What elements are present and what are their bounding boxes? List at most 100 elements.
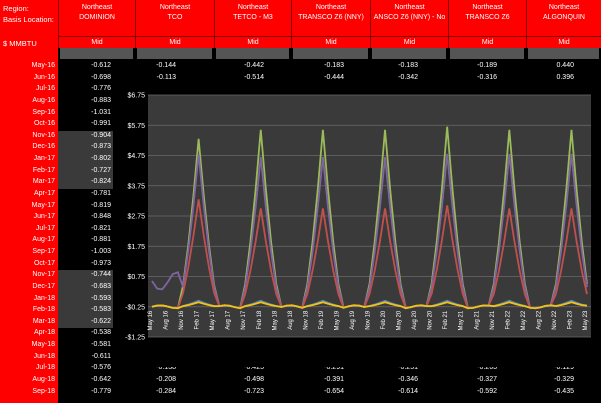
- dominion-value: -0.802: [91, 155, 111, 163]
- basis-value: -0.346: [398, 376, 418, 383]
- x-tick-label: Aug 22: [536, 310, 542, 330]
- chart-panel[interactable]: $6.75 $5.75 $4.75 $3.75 $2.75 $1.75 $0.75 -$0.2…: [113, 87, 600, 367]
- column-measure: Mid: [58, 36, 135, 48]
- x-tick-label: May 17: [210, 310, 216, 330]
- gray-band: [372, 48, 446, 59]
- column-location: TCO: [167, 14, 183, 21]
- date-cell: Feb-18: [32, 306, 55, 314]
- x-tick-label: May 21: [459, 310, 465, 330]
- column-location: ALGONQUIN: [542, 14, 585, 21]
- x-tick-label: Nov 19: [366, 310, 372, 330]
- x-tick-label: Nov 17: [241, 310, 247, 330]
- region-label: Region:: [3, 4, 29, 13]
- column-measure: Mid: [370, 36, 448, 48]
- column-header[interactable]: Northeast TETCO - M3: [214, 0, 291, 36]
- basis-value: -0.284: [156, 387, 176, 395]
- basis-value: 0.396: [556, 73, 574, 81]
- x-tick-label: Nov 16: [179, 310, 185, 330]
- x-tick-label: May 16: [148, 310, 154, 330]
- x-tick-label: Aug 16: [164, 310, 170, 330]
- basis-value: -0.514: [244, 73, 264, 81]
- date-cell: Jun-16: [33, 73, 55, 81]
- dominion-value: -0.683: [91, 282, 111, 290]
- column-header[interactable]: Northeast ANSCO Z6 (NNY) - No: [370, 0, 448, 36]
- dominion-value: -0.779: [91, 387, 111, 395]
- gray-band: [60, 48, 133, 59]
- column-header[interactable]: Northeast TCO: [135, 0, 214, 36]
- y-tick-label: $3.75: [127, 183, 145, 190]
- x-tick-label: Nov 22: [552, 310, 558, 330]
- dominion-value: -0.819: [91, 201, 111, 209]
- column-region: Northeast: [159, 4, 191, 11]
- column-header[interactable]: Northeast ALGONQUIN: [526, 0, 601, 36]
- dominion-value: -0.727: [91, 166, 111, 174]
- line-chart: $6.75 $5.75 $4.75 $3.75 $2.75 $1.75 $0.75 -$0.2…: [125, 93, 591, 342]
- dominion-value: -1.003: [91, 248, 111, 256]
- x-tick-label: Aug 17: [226, 310, 232, 330]
- basis-location-label: Basis Location:: [3, 15, 54, 24]
- x-tick-label: Nov 18: [303, 310, 309, 330]
- gray-band: [216, 48, 289, 59]
- date-cell: Aug-17: [32, 236, 55, 244]
- dominion-value: -0.583: [91, 306, 111, 314]
- gray-band: [528, 48, 599, 59]
- basis-value: -0.329: [554, 376, 574, 383]
- dominion-value: -0.622: [91, 317, 111, 325]
- spreadsheet: Region: Basis Location: $ MMBTU Northeas…: [0, 0, 601, 403]
- basis-value: -0.442: [244, 62, 264, 69]
- date-cell: Sep-16: [32, 108, 55, 116]
- dominion-value: -0.698: [91, 73, 111, 81]
- basis-value: -0.342: [398, 73, 418, 81]
- dominion-value: -0.881: [91, 236, 111, 244]
- y-tick-label: $0.75: [127, 274, 145, 281]
- x-tick-label: Nov 20: [428, 310, 434, 330]
- basis-value: -0.498: [244, 376, 264, 383]
- basis-value: -0.144: [156, 62, 176, 69]
- y-tick-label: $4.75: [127, 153, 145, 160]
- date-cell: Jun-17: [33, 213, 55, 221]
- date-cell: Jul-18: [35, 364, 55, 372]
- basis-value: -0.614: [398, 387, 418, 395]
- column-header[interactable]: Northeast TRANSCO Z6: [448, 0, 526, 36]
- date-cell: Apr-18: [33, 329, 55, 337]
- column-location: TRANSCO Z6: [465, 14, 510, 21]
- basis-value: -0.654: [324, 387, 344, 395]
- dominion-value: -0.848: [91, 213, 111, 221]
- x-tick-label: Feb 17: [195, 310, 201, 329]
- dominion-value: -0.973: [91, 259, 111, 267]
- column-region: Northeast: [81, 4, 113, 11]
- basis-value: -0.113: [156, 73, 176, 81]
- date-cell: Dec-16: [32, 143, 55, 151]
- dominion-value: -0.612: [91, 62, 111, 69]
- dominion-value: -0.593: [91, 294, 111, 302]
- date-cell: May-18: [31, 341, 55, 349]
- column-region: Northeast: [237, 4, 269, 11]
- column-measure: Mid: [214, 36, 291, 48]
- date-cell: Feb-17: [32, 166, 55, 174]
- dominion-value: -0.904: [91, 131, 111, 139]
- column-location: DOMINION: [79, 14, 115, 21]
- basis-value: -0.183: [324, 62, 344, 69]
- x-tick-label: May 23: [583, 310, 589, 330]
- x-tick-label: Aug 21: [474, 310, 480, 330]
- column-header[interactable]: Northeast DOMINION: [58, 0, 135, 36]
- y-tick-label: $1.75: [127, 244, 145, 251]
- date-cell: Jul-17: [35, 224, 55, 232]
- x-tick-label: Feb 20: [381, 310, 387, 329]
- column-region: Northeast: [315, 4, 347, 11]
- column-header[interactable]: Northeast TRANSCO Z6 (NNY): [291, 0, 370, 36]
- date-cell: Nov-16: [32, 131, 55, 139]
- x-tick-label: Aug 19: [350, 310, 356, 330]
- x-tick-label: Feb 21: [443, 310, 449, 329]
- date-cell: Jan-17: [33, 155, 55, 163]
- date-cell: Oct-16: [33, 120, 55, 128]
- gray-band: [450, 48, 524, 59]
- gray-band: [137, 48, 212, 59]
- x-tick-label: Feb 18: [257, 310, 263, 329]
- column-region: Northeast: [548, 4, 580, 11]
- date-cell: Aug-18: [32, 376, 55, 383]
- date-cell: Oct-17: [33, 259, 55, 267]
- date-cell: Mar-18: [32, 317, 55, 325]
- gray-band: [293, 48, 368, 59]
- x-tick-label: May 18: [272, 310, 278, 330]
